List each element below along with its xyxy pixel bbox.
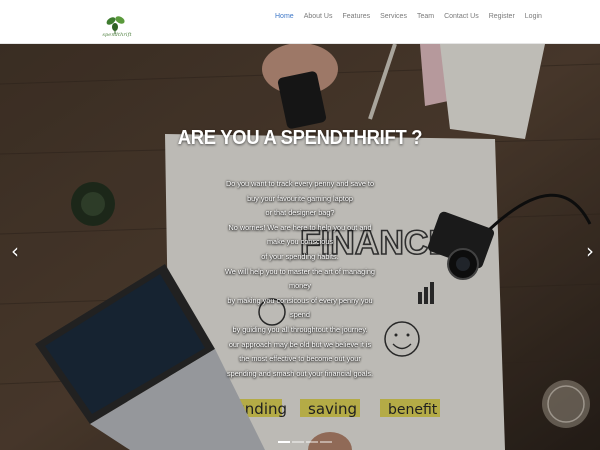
logo-text: spendthrift [102,32,132,38]
hero-line: spend [290,310,310,320]
hero-line: Do you want to track every penny and sav… [225,179,375,188]
nav-link-about-us[interactable]: About Us [304,12,333,22]
hero-line: spending and smash out your financial go… [226,368,374,378]
hero-line: No worries! We are here to help you out … [228,222,372,232]
hero-line: money [289,281,311,291]
hero-description: Do you want to track every penny and sav… [200,177,400,381]
hero-line: our approach may be old but we believe i… [228,339,372,349]
carousel-indicators [278,441,334,443]
carousel-indicator[interactable] [292,441,304,443]
hero-line: buy your favourite gaming laptop [247,193,353,203]
nav-link-team[interactable]: Team [417,12,434,22]
nav-link-register[interactable]: Register [489,12,515,22]
nav-link-contact-us[interactable]: Contact Us [444,12,479,22]
hero-line: the most effective to become out your [239,354,361,364]
nav-link-home[interactable]: Home [275,12,294,22]
nav-link-services[interactable]: Services [380,12,407,22]
hero-line: or that designer bag? [265,208,335,218]
hero-title: ARE YOU A SPENDTHRIFT ? [177,127,423,149]
hero-line: We will help you to master the art of ma… [225,266,375,276]
chevron-right-icon: › [586,239,594,263]
carousel-next-button[interactable]: › [582,240,598,262]
chevron-left-icon: ‹ [11,239,19,263]
top-navbar: spendthrift Home About Us Features Servi… [0,0,600,44]
carousel-prev-button[interactable]: ‹ [7,240,23,262]
carousel-indicator[interactable] [320,441,332,443]
nav-link-features[interactable]: Features [342,12,370,22]
hero-line: of your spending habits. [261,251,339,261]
nav-link-login[interactable]: Login [525,12,542,22]
carousel-indicator[interactable] [278,441,290,443]
hero-line: by guiding you all throughtout the journ… [232,324,368,334]
hero-line: make you conscious [266,237,334,247]
main-nav: Home About Us Features Services Team Con… [275,12,552,22]
carousel-indicator[interactable] [306,441,318,443]
hero-carousel: FINANCE funding saving benefit ARE YOU A… [0,44,600,450]
hero-line: by making you consicous of every penny y… [227,295,373,305]
